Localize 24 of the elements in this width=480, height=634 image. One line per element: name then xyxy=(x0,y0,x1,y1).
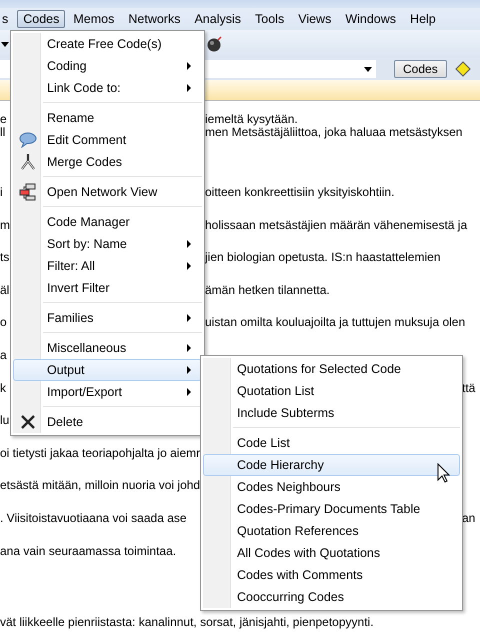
document-text: a xyxy=(0,348,7,362)
document-text: men Metsästäjäliittoa, joka haluaa metsästyksen xyxy=(205,125,462,139)
document-text: ts xyxy=(0,250,10,264)
document-text: iemeltä kysytään. xyxy=(205,112,298,126)
document-text: m xyxy=(0,218,10,232)
document-text: ll xyxy=(0,125,6,139)
document-text: lu xyxy=(0,413,10,428)
document-text: . Viisitoistavuotiaana voi saada ase xyxy=(0,510,187,525)
document-text: e xyxy=(0,112,7,126)
document-text: etsästä mitään, milloin nuoria voi johd xyxy=(0,478,200,492)
document-text: vät liikkeelle pienriistasta: kanalinnut, sorsat, jänisjahti, pienpetopyynti. xyxy=(0,614,374,629)
document-text: oitteen konkreettisiin yksityiskohtiin. xyxy=(205,185,394,199)
document-text: jien biologian opetusta. IS:n haastattelemien xyxy=(205,250,440,264)
document-text: o xyxy=(0,315,7,330)
document-text: i xyxy=(0,185,3,199)
document-text: ttä xyxy=(462,380,476,395)
document-text: an xyxy=(462,510,476,525)
document-text: uistan omilta kouluajoilta ja tuttujen muksuja olen xyxy=(205,315,466,330)
document-text: oi tietysti jakaa teoriapohjalta jo aiemr xyxy=(0,446,200,460)
document-text: ämän hetken tilannetta. xyxy=(205,282,330,297)
document-text: k xyxy=(0,380,6,395)
document-text: holissaan metsästäjien määrän vähenemisestä ja xyxy=(205,218,468,232)
document-text: ana vain seuraamassa toimintaa. xyxy=(0,544,176,558)
document-text: äl xyxy=(0,282,10,297)
